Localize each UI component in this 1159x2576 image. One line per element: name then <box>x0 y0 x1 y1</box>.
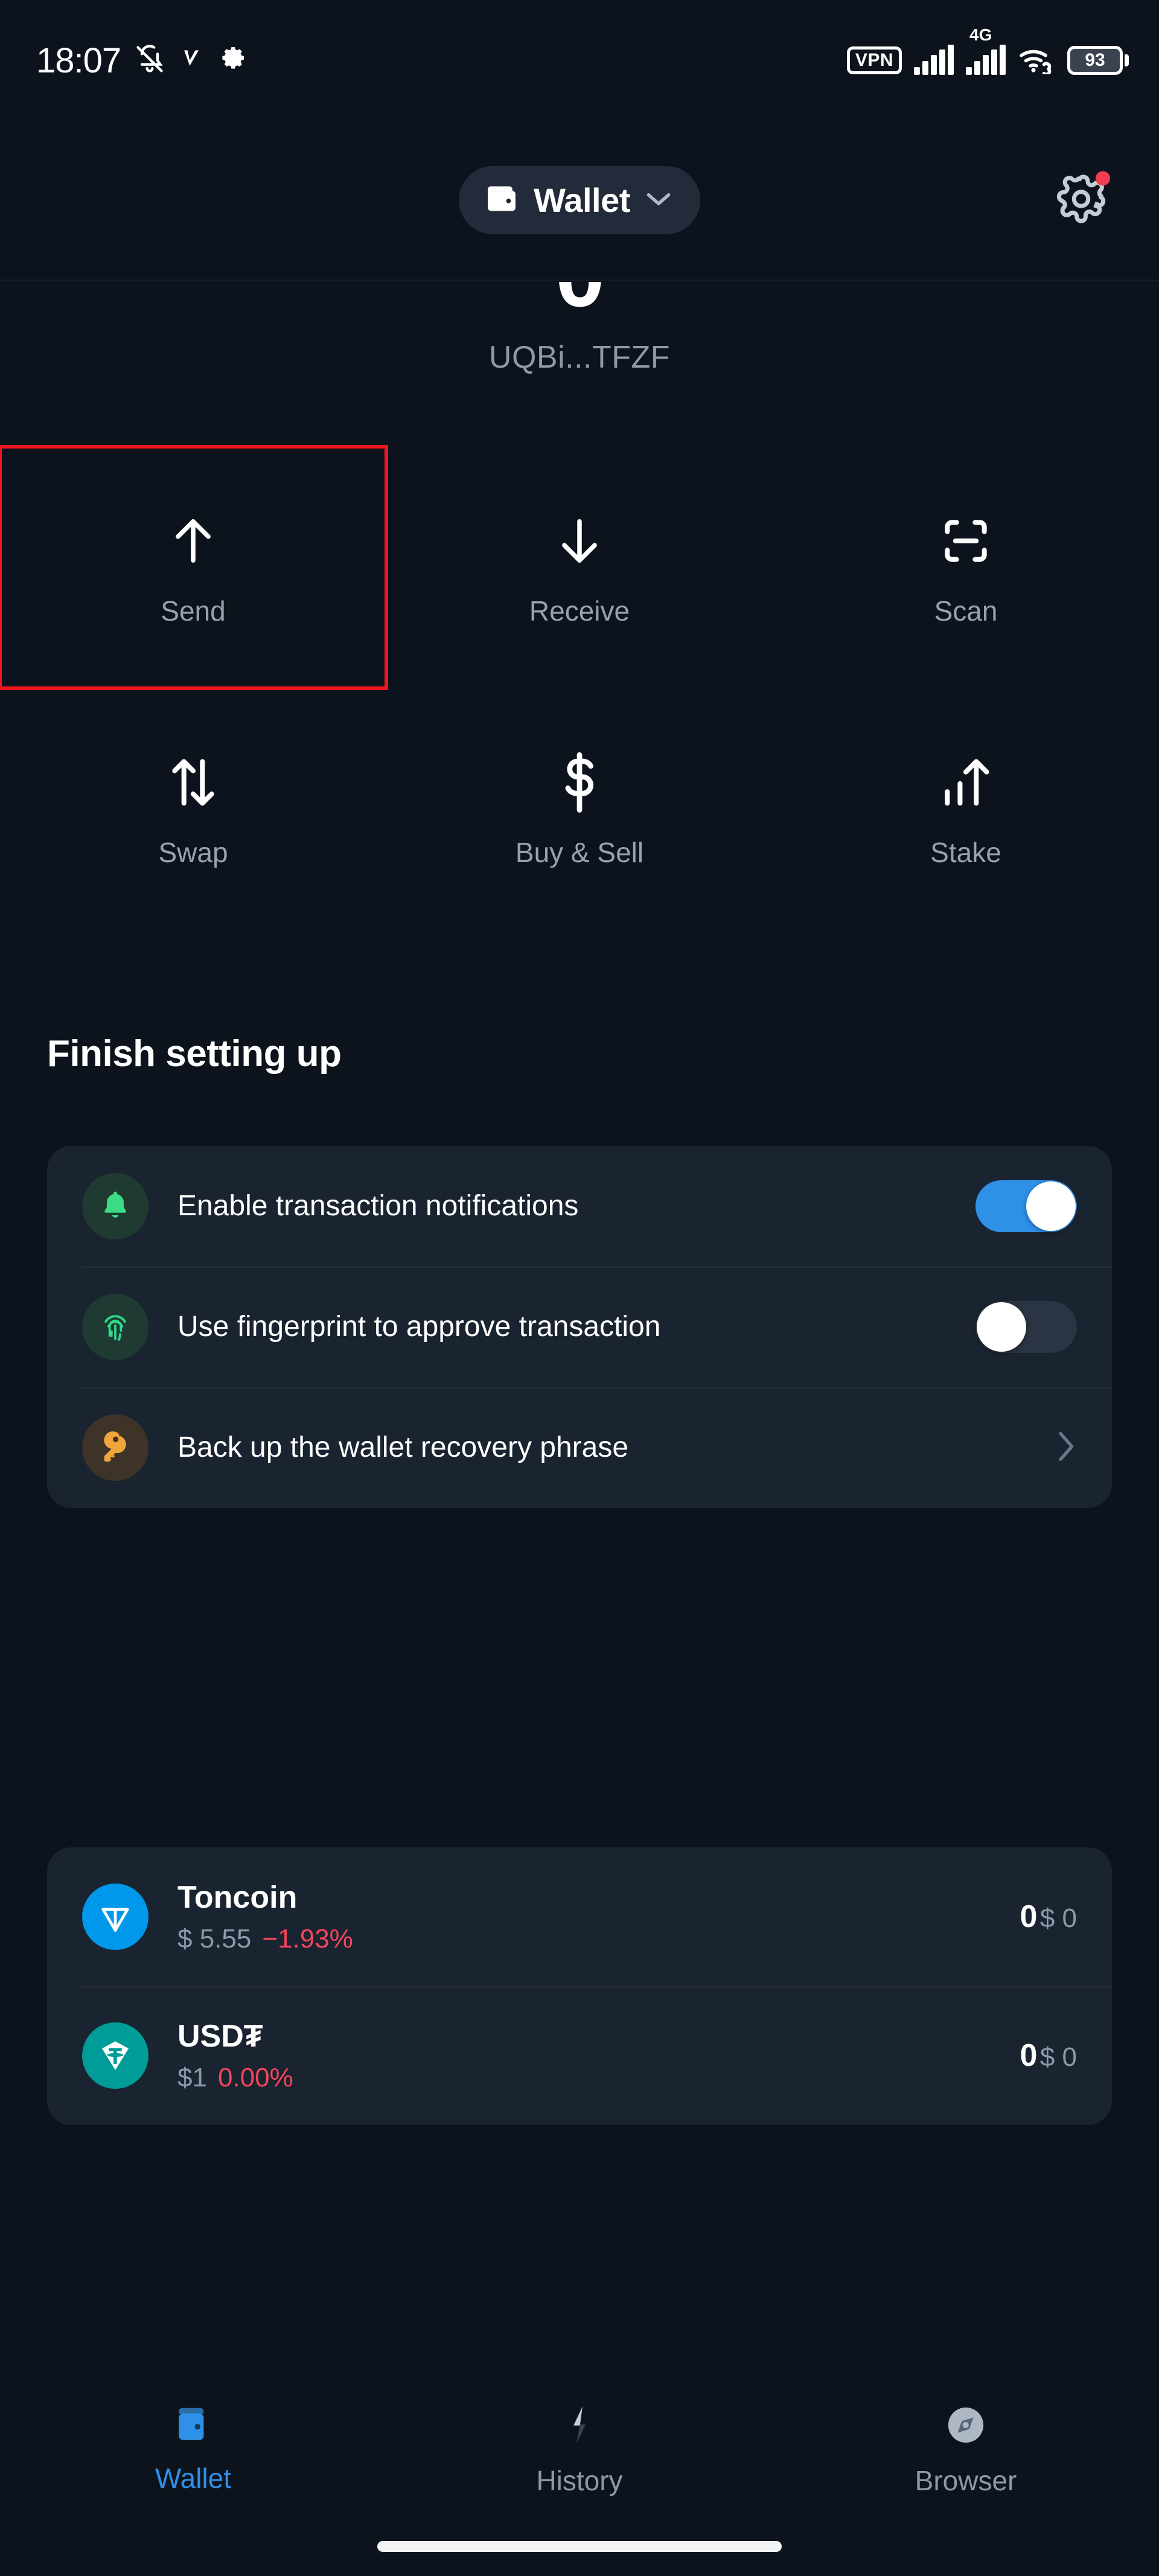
token-change: 0.00% <box>217 2063 293 2092</box>
chevron-right-icon[interactable] <box>1054 1427 1077 1469</box>
battery-icon: 93 <box>1067 46 1129 75</box>
toncoin-icon <box>82 1884 148 1950</box>
token-balance: 0 $ 0 <box>1020 2037 1077 2074</box>
setup-item-label: Use fingerprint to approve transaction <box>177 1310 661 1343</box>
wallet-icon <box>170 2402 216 2449</box>
status-bar: 18:07 VPN 4G 93 <box>0 0 1159 121</box>
nav-label: Wallet <box>155 2463 232 2494</box>
network-4g-icon: 4G <box>966 25 1006 75</box>
wifi-link-icon <box>1018 44 1055 77</box>
status-clock: 18:07 <box>36 40 121 80</box>
bell-icon <box>82 1173 148 1239</box>
nav-item-wallet[interactable]: Wallet <box>0 2377 386 2576</box>
token-row-usdt[interactable]: USD₮ $1 0.00% 0 $ 0 <box>47 1986 1112 2125</box>
vpn-badge: VPN <box>846 46 902 74</box>
swap-arrows-icon <box>165 749 221 816</box>
token-change: −1.93% <box>262 1924 353 1954</box>
bottom-navigation: Wallet History Browser <box>0 2377 1159 2576</box>
token-price: $1 <box>177 2063 207 2092</box>
fingerprint-icon <box>82 1294 148 1360</box>
wallet-icon <box>483 182 520 219</box>
token-info: Toncoin $ 5.55 −1.93% <box>177 1879 1020 1954</box>
tether-icon <box>82 2022 148 2089</box>
setup-item-fingerprint[interactable]: Use fingerprint to approve transaction <box>47 1267 1112 1387</box>
settings-button[interactable] <box>1055 171 1110 228</box>
gesture-indicator[interactable] <box>377 2541 782 2552</box>
token-price-row: $ 5.55 −1.93% <box>177 1924 1020 1954</box>
setup-item-label: Enable transaction notifications <box>177 1189 579 1222</box>
setup-item-label: Back up the wallet recovery phrase <box>177 1431 629 1463</box>
fingerprint-toggle[interactable] <box>975 1301 1077 1353</box>
check-slash-icon <box>179 43 205 78</box>
token-name: USD₮ <box>177 2019 263 2054</box>
gear-icon <box>219 45 247 77</box>
action-scan[interactable]: Scan <box>773 447 1159 688</box>
signal-bars-icon <box>914 45 954 75</box>
setup-item-text: Use fingerprint to approve transaction <box>177 1309 975 1345</box>
setup-item-backup[interactable]: Back up the wallet recovery phrase <box>47 1387 1112 1508</box>
action-label: Swap <box>158 837 228 868</box>
action-label: Scan <box>934 595 998 627</box>
action-stake[interactable]: Stake <box>773 688 1159 930</box>
setup-item-notifications[interactable]: Enable transaction notifications <box>47 1146 1112 1267</box>
status-bar-left: 18:07 <box>36 40 247 81</box>
key-icon <box>82 1414 148 1481</box>
token-price-row: $1 0.00% <box>177 2063 1020 2093</box>
balance-clip: 0 <box>0 282 1159 327</box>
compass-icon <box>943 2402 989 2451</box>
setup-card: Enable transaction notifications Use fin… <box>47 1146 1112 1508</box>
account-balance: 0 <box>0 282 1159 327</box>
account-address[interactable]: UQBi...TFZF <box>0 339 1159 376</box>
qr-scan-icon <box>938 508 994 574</box>
wallet-selector-label: Wallet <box>534 181 630 219</box>
arrow-up-icon <box>167 508 219 574</box>
token-name: Toncoin <box>177 1880 298 1915</box>
chevron-down-icon <box>643 188 674 213</box>
settings-notification-dot <box>1096 171 1110 185</box>
token-info: USD₮ $1 0.00% <box>177 2018 1020 2093</box>
setup-item-text: Enable transaction notifications <box>177 1189 975 1224</box>
wallet-selector[interactable]: Wallet <box>459 166 700 234</box>
action-label: Receive <box>529 595 630 627</box>
action-receive[interactable]: Receive <box>386 447 773 688</box>
gear-icon <box>1055 174 1108 228</box>
app-header: Wallet <box>0 121 1159 281</box>
bell-off-icon <box>134 43 165 78</box>
tokens-card: Toncoin $ 5.55 −1.93% 0 $ 0 USD₮ $1 0.00… <box>47 1847 1112 2125</box>
setup-item-text: Back up the wallet recovery phrase <box>177 1430 1054 1466</box>
notifications-toggle[interactable] <box>975 1180 1077 1232</box>
token-balance: 0 $ 0 <box>1020 1899 1077 1935</box>
chart-up-icon <box>938 749 994 816</box>
setup-section-title: Finish setting up <box>47 1033 342 1075</box>
account-summary: 0 UQBi...TFZF <box>0 282 1159 376</box>
nav-item-browser[interactable]: Browser <box>773 2377 1159 2576</box>
action-label: Buy & Sell <box>515 837 644 868</box>
dollar-sign-icon <box>558 749 601 816</box>
status-bar-right: VPN 4G 93 <box>846 25 1129 77</box>
token-fiat: $ 0 <box>1039 1903 1077 1933</box>
arrow-down-icon <box>554 508 605 574</box>
bolt-icon <box>557 2402 602 2451</box>
nav-label: History <box>536 2465 623 2496</box>
action-grid: Send Receive Scan Swap Buy & Sell Stake <box>0 445 1159 930</box>
action-swap[interactable]: Swap <box>0 688 386 930</box>
token-price: $ 5.55 <box>177 1924 252 1954</box>
action-buy-sell[interactable]: Buy & Sell <box>386 688 773 930</box>
action-label: Send <box>161 595 226 627</box>
battery-level: 93 <box>1085 50 1105 70</box>
action-label: Stake <box>930 837 1001 868</box>
token-amount: 0 <box>1020 1899 1038 1934</box>
network-type-label: 4G <box>969 25 992 44</box>
token-fiat: $ 0 <box>1039 2042 1077 2072</box>
nav-label: Browser <box>915 2465 1017 2496</box>
action-send[interactable]: Send <box>0 445 388 690</box>
token-row-toncoin[interactable]: Toncoin $ 5.55 −1.93% 0 $ 0 <box>47 1847 1112 1986</box>
app-screen: 18:07 VPN 4G 93 Wallet UQBi...TFZF Send … <box>0 0 1159 2576</box>
token-amount: 0 <box>1020 2038 1038 2073</box>
